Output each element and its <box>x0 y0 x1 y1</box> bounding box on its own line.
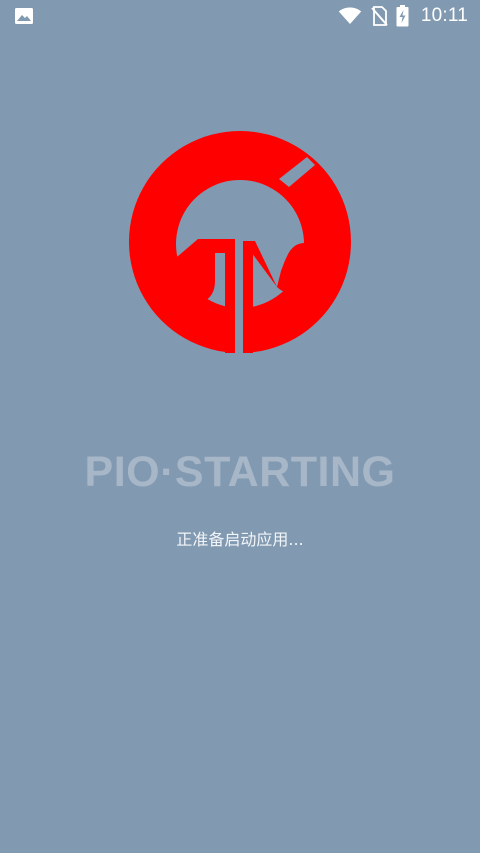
battery-charging-icon <box>396 5 409 27</box>
status-bar: 10:11 <box>0 0 480 32</box>
status-clock: 10:11 <box>420 5 468 26</box>
status-indicators: 10:11 <box>338 0 468 32</box>
no-sim-icon <box>370 6 388 26</box>
image-icon <box>14 6 34 26</box>
app-title: PIO·STARTING <box>84 448 396 496</box>
app-logo <box>128 131 351 353</box>
loading-message: 正准备启动应用... <box>176 530 304 549</box>
wifi-icon <box>338 7 362 25</box>
